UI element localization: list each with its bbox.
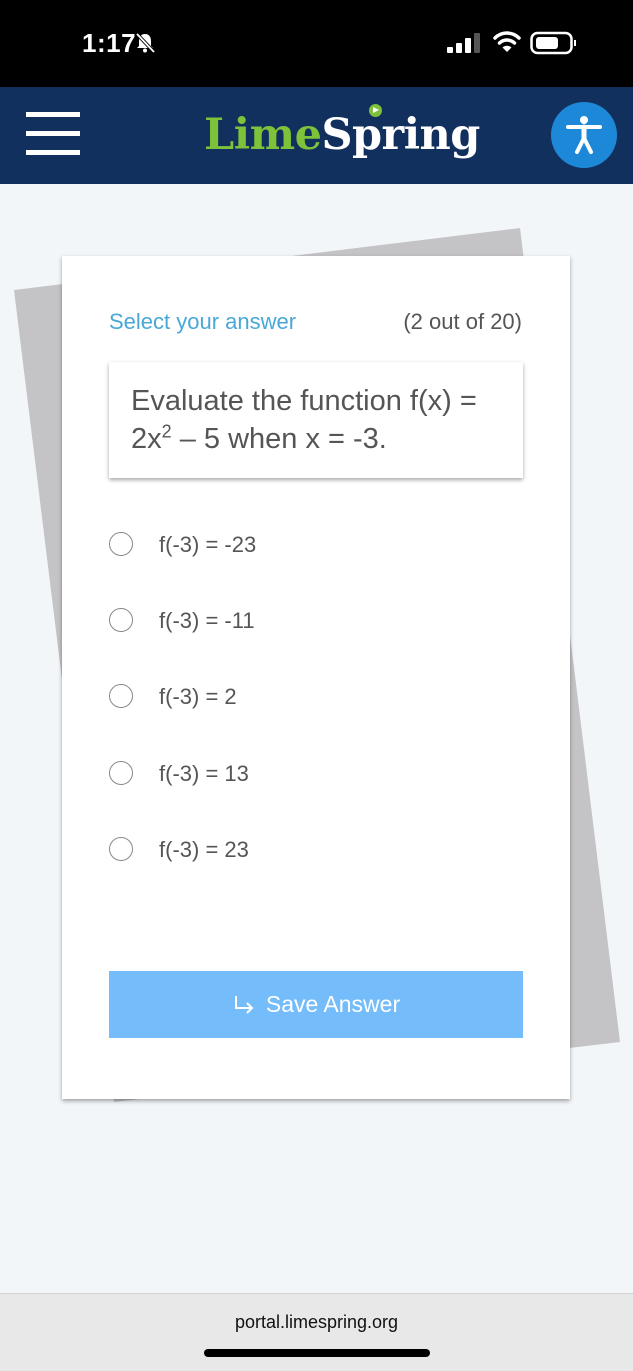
progress-counter: (2 out of 20) xyxy=(403,309,522,334)
answer-option[interactable]: f(-3) = 23 xyxy=(109,829,529,869)
radio-button[interactable] xyxy=(109,684,133,708)
home-indicator[interactable] xyxy=(204,1349,430,1357)
answer-option-label: f(-3) = 2 xyxy=(159,684,237,709)
save-answer-button[interactable]: Save Answer xyxy=(109,971,523,1038)
answer-option-label: f(-3) = -11 xyxy=(159,608,255,633)
question-line-2-rest: – 5 when x = -3. xyxy=(171,423,387,455)
answer-option-label: f(-3) = -23 xyxy=(159,532,257,557)
answer-option[interactable]: f(-3) = 13 xyxy=(109,753,529,793)
answer-option[interactable]: f(-3) = -23 xyxy=(109,524,529,564)
radio-button[interactable] xyxy=(109,837,133,861)
answer-option[interactable]: f(-3) = -11 xyxy=(109,600,529,640)
question-line-2-base: 2x xyxy=(131,423,162,455)
answer-option-label: f(-3) = 23 xyxy=(159,837,249,862)
radio-button[interactable] xyxy=(109,532,133,556)
browser-url[interactable]: portal.limespring.org xyxy=(0,1312,633,1333)
radio-button[interactable] xyxy=(109,761,133,785)
question-card: Select your answer (2 out of 20) Evaluat… xyxy=(62,256,570,1099)
question-exponent: 2 xyxy=(161,421,172,442)
answer-option-label: f(-3) = 13 xyxy=(159,761,249,786)
instruction-label: Select your answer xyxy=(109,309,297,334)
question-line-1: Evaluate the function f(x) = xyxy=(131,385,477,417)
radio-button[interactable] xyxy=(109,608,133,632)
answer-option[interactable]: f(-3) = 2 xyxy=(109,676,529,716)
save-answer-label: Save Answer xyxy=(265,991,401,1017)
question-text: Evaluate the function f(x) = 2x2 – 5 whe… xyxy=(109,362,523,478)
return-arrow-icon xyxy=(234,995,254,1014)
